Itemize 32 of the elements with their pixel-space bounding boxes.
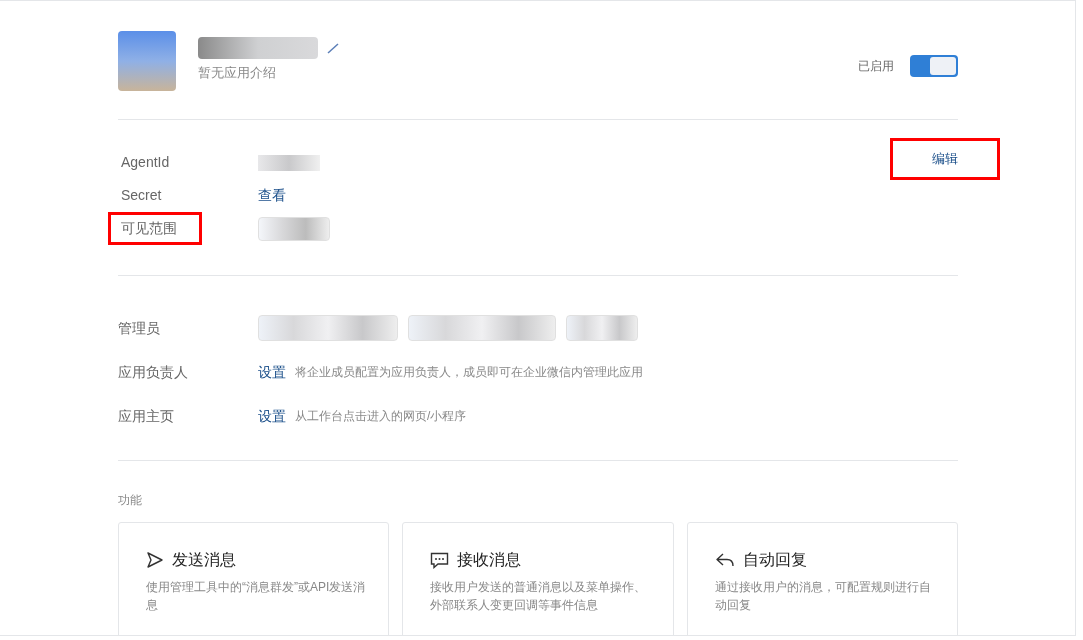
card-title: 接收消息 <box>457 550 522 570</box>
field-label: AgentId <box>120 153 171 172</box>
view-link[interactable]: 查看 <box>258 185 286 206</box>
feature-card[interactable]: 接收消息 接收用户发送的普通消息以及菜单操作、外部联系人变更回调等事件信息 <box>402 522 674 635</box>
card-description: 通过接收用户的消息，可配置规则进行自动回复 <box>714 579 932 614</box>
field-label: 应用主页 <box>118 406 175 426</box>
reply-icon <box>714 552 735 568</box>
field-label: 管理员 <box>118 318 161 338</box>
redacted-tag <box>258 216 330 241</box>
chat-bubble-icon <box>430 551 450 569</box>
card-description: 接收用户发送的普通消息以及菜单操作、外部联系人变更回调等事件信息 <box>430 579 648 614</box>
settings-link[interactable]: 设置 <box>258 405 286 427</box>
settings-link[interactable]: 设置 <box>258 361 286 383</box>
hint-text: 从工作台点击进入的网页/小程序 <box>295 408 467 425</box>
send-icon <box>146 552 164 568</box>
app-description: 暂无应用介绍 <box>198 64 277 82</box>
redacted-block <box>258 154 320 171</box>
field-label: 应用负责人 <box>118 362 189 382</box>
section-title: 功能 <box>118 492 143 509</box>
feature-card[interactable]: 发送消息 使用管理工具中的“消息群发”或API发送消息 <box>118 522 390 635</box>
pencil-icon[interactable] <box>326 42 340 54</box>
card-title: 自动回复 <box>742 550 807 570</box>
feature-card[interactable]: 自动回复 通过接收用户的消息，可配置规则进行自动回复 <box>686 522 958 635</box>
field-label: 可见范围 <box>108 212 202 245</box>
card-title: 发送消息 <box>172 550 236 570</box>
status-label: 已启用 <box>858 58 894 75</box>
toggle-switch[interactable] <box>910 55 958 77</box>
hint-text: 将企业成员配置为应用负责人，成员即可在企业微信内管理此应用 <box>295 364 643 381</box>
edit-button[interactable]: 编辑 <box>890 138 1000 180</box>
app-icon-placeholder <box>118 31 176 91</box>
field-label: Secret <box>120 186 163 205</box>
card-description: 使用管理工具中的“消息群发”或API发送消息 <box>146 579 366 614</box>
